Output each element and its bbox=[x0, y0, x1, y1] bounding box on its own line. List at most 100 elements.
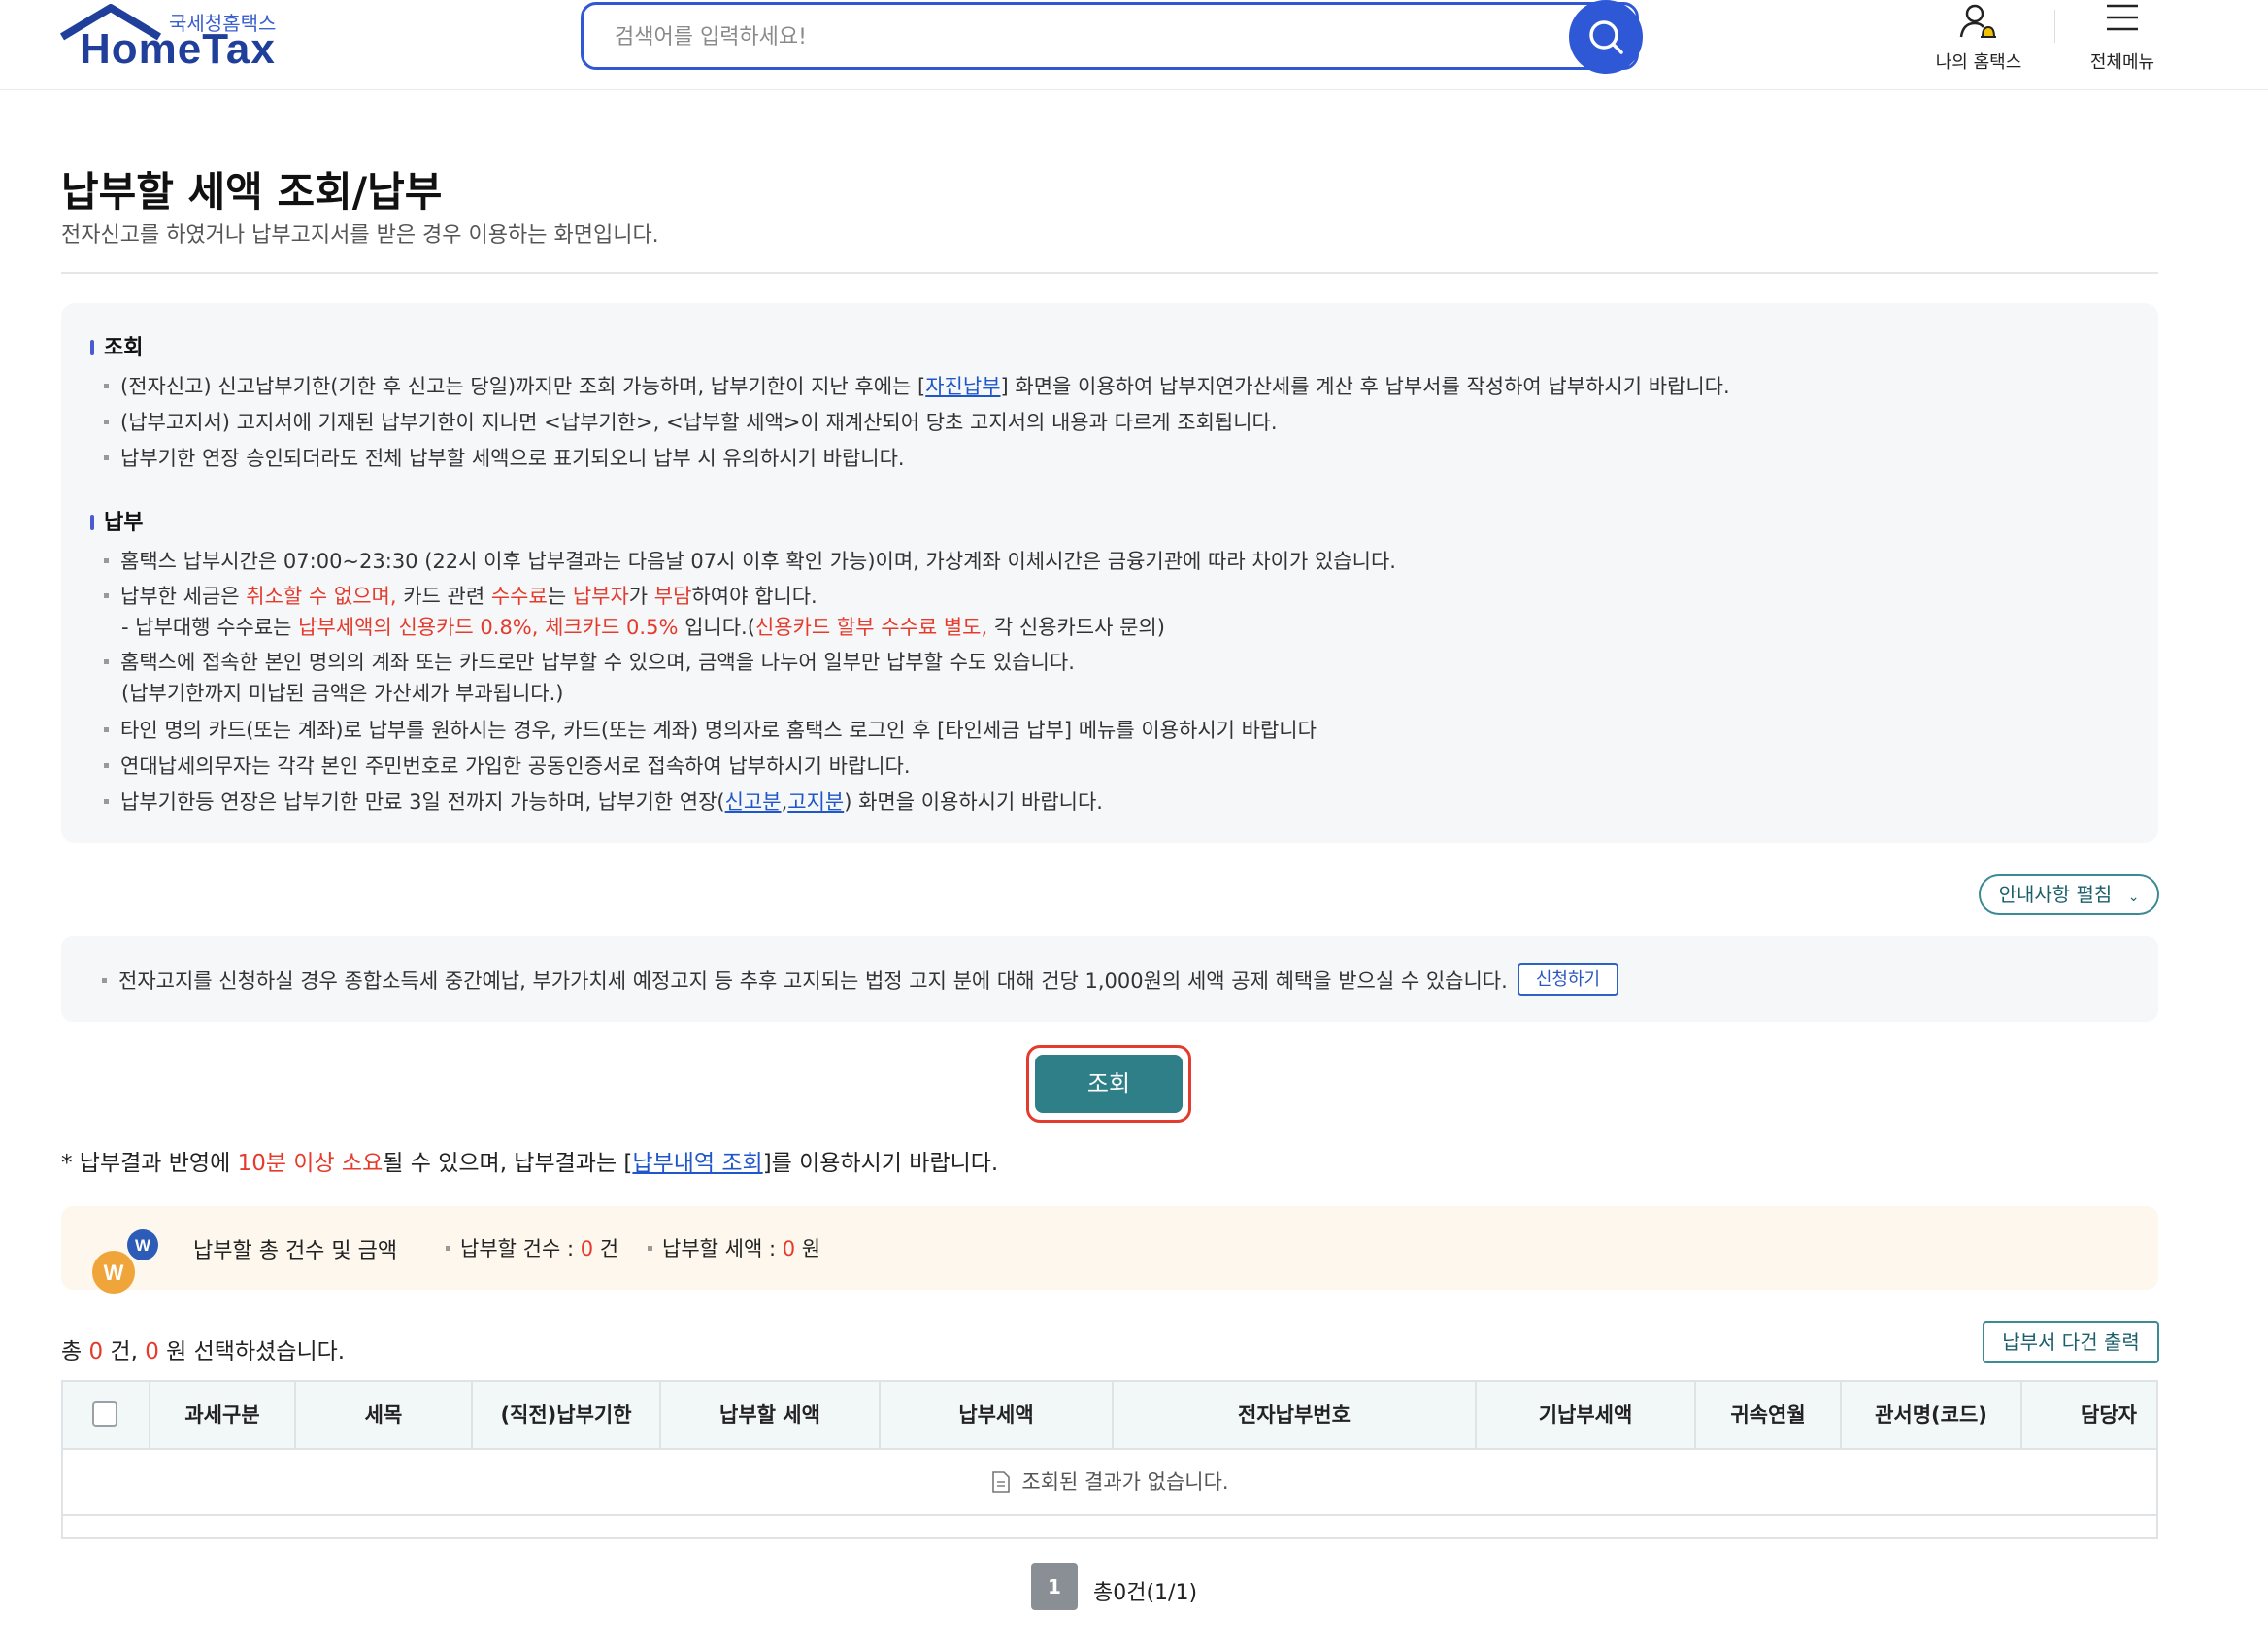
count-value: 0 bbox=[580, 1237, 594, 1260]
text: - 납부대행 수수료는 bbox=[121, 616, 299, 639]
text: ) 화면을 이용하시기 바랍니다. bbox=[844, 790, 1103, 814]
section-marker-icon bbox=[90, 340, 94, 355]
summary-count: 납부할 건수 : 0 건 bbox=[446, 1233, 618, 1262]
select-all-cell bbox=[63, 1382, 149, 1448]
text: 는 bbox=[547, 585, 573, 608]
result-note: * 납부결과 반영에 10분 이상 소요될 수 있으며, 납부결과는 [납부내역… bbox=[61, 1144, 998, 1177]
section-title-text: 납부 bbox=[104, 511, 144, 535]
expand-notice-button[interactable]: 안내사항 펼침 ⌄ bbox=[1979, 874, 2159, 915]
text: 건 bbox=[593, 1237, 619, 1260]
list-item: 홈택스에 접속한 본인 명의의 계좌 또는 카드로만 납부할 수 있으며, 금액… bbox=[104, 647, 1075, 676]
search-box bbox=[581, 2, 1639, 70]
text: 가 bbox=[628, 585, 654, 608]
apply-button[interactable]: 신청하기 bbox=[1518, 963, 1618, 996]
highlight-text: 납부자 bbox=[572, 585, 629, 608]
bullet-icon bbox=[104, 763, 109, 768]
column-header[interactable]: 기납부세액 bbox=[1475, 1382, 1694, 1448]
all-menu-button[interactable]: 전체메뉴 bbox=[2064, 0, 2181, 85]
my-hometax-button[interactable]: 나의 홈택스 bbox=[1920, 0, 2037, 85]
text: 하여야 합니다. bbox=[691, 585, 817, 608]
highlight-text: 신용카드 할부 수수료 별도, bbox=[754, 616, 988, 639]
text: 각 신용카드사 문의) bbox=[987, 616, 1165, 639]
text: 연대납세의무자는 각각 본인 주민번호로 가입한 공동인증서로 접속하여 납부하… bbox=[120, 755, 911, 778]
text: 홈택스에 접속한 본인 명의의 계좌 또는 카드로만 납부할 수 있으며, 금액… bbox=[120, 651, 1075, 674]
list-item: 홈택스 납부시간은 07:00~23:30 (22시 이후 납부결과는 다음날 … bbox=[104, 546, 1396, 575]
amount-value: 0 bbox=[782, 1237, 796, 1260]
column-header[interactable]: 담당자 bbox=[2020, 1382, 2156, 1448]
list-item: (납부고지서) 고지서에 기재된 납부기한이 지나면 <납부기한>, <납부할 … bbox=[104, 407, 1278, 436]
query-button[interactable]: 조회 bbox=[1035, 1055, 1183, 1113]
bullet-icon bbox=[102, 978, 107, 983]
print-multiple-button[interactable]: 납부서 다건 출력 bbox=[1983, 1321, 2159, 1363]
list-item: (전자신고) 신고납부기한(기한 후 신고는 당일)까지만 조회 가능하며, 납… bbox=[104, 371, 1730, 400]
column-header[interactable]: (직전)납부기한 bbox=[471, 1382, 659, 1448]
text: 타인 명의 카드(또는 계좌)로 납부를 원하시는 경우, 카드(또는 계좌) … bbox=[120, 719, 1317, 742]
user-bell-icon bbox=[1959, 4, 1996, 38]
report-extension-link[interactable]: 신고분 bbox=[725, 790, 782, 814]
column-header[interactable]: 관서명(코드) bbox=[1840, 1382, 2020, 1448]
column-header[interactable]: 전자납부번호 bbox=[1112, 1382, 1475, 1448]
svg-text:W: W bbox=[135, 1236, 151, 1255]
column-header[interactable]: 귀속연월 bbox=[1694, 1382, 1840, 1448]
bullet-icon bbox=[648, 1246, 652, 1251]
page-button-current[interactable]: 1 bbox=[1031, 1563, 1078, 1610]
text: 홈택스 납부시간은 07:00~23:30 (22시 이후 납부결과는 다음날 … bbox=[120, 550, 1396, 573]
pagination-total: 총0건(1/1) bbox=[1093, 1581, 1198, 1605]
w-coin-icon: W W bbox=[92, 1229, 158, 1294]
bullet-icon bbox=[446, 1246, 450, 1251]
text: (전자신고) 신고납부기한(기한 후 신고는 당일)까지만 조회 가능하며, 납… bbox=[120, 375, 926, 398]
text: (납부고지서) 고지서에 기재된 납부기한이 지나면 <납부기한>, <납부할 … bbox=[120, 411, 1278, 434]
text: 납부기한 연장 승인되더라도 전체 납부할 세액으로 표기되오니 납부 시 유의… bbox=[120, 447, 905, 470]
column-header[interactable]: 과세구분 bbox=[149, 1382, 294, 1448]
column-header[interactable]: 납부세액 bbox=[879, 1382, 1112, 1448]
list-item-sub: (납부기한까지 미납된 금액은 가산세가 부과됩니다.) bbox=[121, 678, 563, 707]
notice-extension-link[interactable]: 고지분 bbox=[787, 790, 844, 814]
text: ] 화면을 이용하여 납부지연가산세를 계산 후 납부서를 작성하여 납부하시기… bbox=[1000, 375, 1730, 398]
document-icon bbox=[992, 1471, 1011, 1493]
divider bbox=[61, 272, 2158, 274]
bullet-icon bbox=[104, 558, 109, 563]
select-all-checkbox[interactable] bbox=[92, 1401, 117, 1427]
text: 건, bbox=[103, 1339, 146, 1364]
list-item: 납부한 세금은 취소할 수 없으며, 카드 관련 수수료는 납부자가 부담하여야… bbox=[104, 581, 817, 610]
search-button[interactable] bbox=[1569, 0, 1643, 74]
e-notice-panel: 전자고지를 신청하실 경우 종합소득세 중간예납, 부가가치세 예정고지 등 추… bbox=[61, 936, 2158, 1022]
text: * 납부결과 반영에 bbox=[61, 1151, 238, 1176]
text: 납부기한등 연장은 납부기한 만료 3일 전까지 가능하며, 납부기한 연장( bbox=[120, 790, 725, 814]
list-item-sub: - 납부대행 수수료는 납부세액의 신용카드 0.8%, 체크카드 0.5% 입… bbox=[121, 612, 1165, 641]
highlight-text: 부담 bbox=[653, 585, 692, 608]
highlight-text: 납부세액의 신용카드 0.8%, 체크카드 0.5% bbox=[298, 616, 679, 639]
my-hometax-label: 나의 홈택스 bbox=[1935, 52, 2022, 73]
top-header: 국세청홈택스 HomeTax 나의 홈택스 전체메뉴 bbox=[0, 0, 2268, 90]
info-panel: 조회 (전자신고) 신고납부기한(기한 후 신고는 당일)까지만 조회 가능하며… bbox=[61, 303, 2158, 843]
search-icon bbox=[1589, 20, 1623, 54]
column-header[interactable]: 납부할 세액 bbox=[659, 1382, 879, 1448]
section-title-text: 조회 bbox=[104, 336, 144, 360]
summary-panel: W W 납부할 총 건수 및 금액 납부할 건수 : 0 건 납부할 세액 : … bbox=[61, 1206, 2158, 1294]
section-title-inquiry: 조회 bbox=[90, 330, 143, 361]
selection-summary: 총 0 건, 0 원 선택하셨습니다. bbox=[61, 1332, 345, 1365]
bullet-icon bbox=[104, 455, 109, 460]
header-divider bbox=[2054, 10, 2055, 43]
empty-text: 조회된 결과가 없습니다. bbox=[1021, 1470, 1229, 1494]
text: 원 bbox=[795, 1237, 821, 1260]
section-title-payment: 납부 bbox=[90, 505, 143, 536]
chevron-down-icon: ⌄ bbox=[2127, 890, 2140, 905]
bullet-icon bbox=[104, 420, 109, 424]
text: 납부한 세금은 bbox=[120, 585, 247, 608]
bullet-icon bbox=[104, 593, 109, 598]
page-subtitle: 전자신고를 하였거나 납부고지서를 받은 경우 이용하는 화면입니다. bbox=[61, 223, 659, 248]
payment-history-link[interactable]: 납부내역 조회 bbox=[632, 1151, 762, 1176]
list-item: 연대납세의무자는 각각 본인 주민번호로 가입한 공동인증서로 접속하여 납부하… bbox=[104, 751, 911, 780]
text: 카드 관련 bbox=[396, 585, 491, 608]
self-payment-link[interactable]: 자진납부 bbox=[925, 375, 1000, 398]
empty-result-row: 조회된 결과가 없습니다. bbox=[63, 1450, 2156, 1516]
summary-title: 납부할 총 건수 및 금액 bbox=[193, 1239, 398, 1263]
text: (납부기한까지 미납된 금액은 가산세가 부과됩니다.) bbox=[121, 682, 564, 705]
highlight-text: 10분 이상 소요 bbox=[237, 1151, 384, 1176]
logo-text[interactable]: HomeTax bbox=[80, 25, 276, 74]
search-input[interactable] bbox=[613, 17, 1568, 57]
hamburger-menu-icon bbox=[2107, 4, 2138, 31]
column-header[interactable]: 세목 bbox=[294, 1382, 471, 1448]
page-title: 납부할 세액 조회/납부 bbox=[61, 168, 443, 216]
